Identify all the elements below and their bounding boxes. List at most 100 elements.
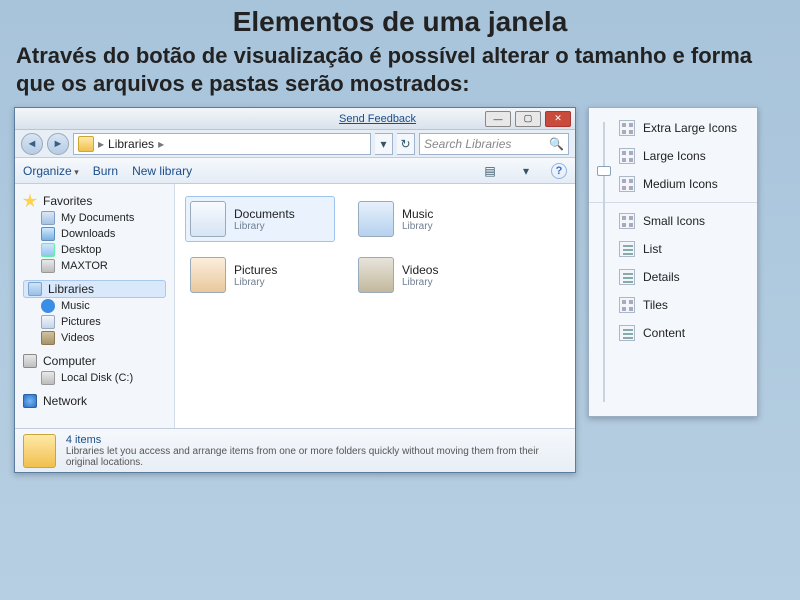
breadcrumb-root[interactable]: Libraries (108, 137, 154, 151)
organize-button[interactable]: Organize (23, 164, 79, 178)
medium-icons-icon (619, 176, 635, 192)
large-icons-icon (619, 148, 635, 164)
library-item-pictures[interactable]: PicturesLibrary (185, 252, 335, 298)
view-option-details[interactable]: Details (615, 263, 753, 291)
view-option-content[interactable]: Content (615, 319, 753, 347)
library-subtitle: Library (234, 221, 295, 232)
details-icon (619, 269, 635, 285)
sidebar-network-header[interactable]: Network (23, 392, 166, 410)
search-input[interactable]: Search Libraries 🔍 (419, 133, 569, 155)
view-options-menu: Extra Large Icons Large Icons Medium Ico… (588, 107, 758, 417)
desktop-icon (41, 243, 55, 257)
view-option-tiles[interactable]: Tiles (615, 291, 753, 319)
view-option-label: Tiles (643, 298, 668, 312)
videos-library-icon (358, 257, 394, 293)
sidebar-libraries-header[interactable]: Libraries (23, 280, 166, 298)
videos-icon (41, 331, 55, 345)
libraries-label: Libraries (48, 282, 94, 296)
sidebar-computer-header[interactable]: Computer (23, 352, 166, 370)
view-option-label: Small Icons (643, 214, 705, 228)
sidebar-item-my-documents[interactable]: My Documents (23, 210, 166, 226)
search-icon: 🔍 (549, 137, 564, 151)
library-name: Videos (402, 263, 438, 277)
view-option-label: Content (643, 326, 685, 340)
send-feedback-link[interactable]: Send Feedback (339, 113, 416, 125)
sidebar-item-local-disk[interactable]: Local Disk (C:) (23, 370, 166, 386)
view-option-extra-large-icons[interactable]: Extra Large Icons (615, 114, 753, 142)
burn-button[interactable]: Burn (93, 164, 118, 178)
address-dropdown-button[interactable]: ▾ (375, 133, 393, 155)
sidebar-item-downloads[interactable]: Downloads (23, 226, 166, 242)
downloads-icon (41, 227, 55, 241)
titlebar[interactable]: Send Feedback — ▢ ✕ (15, 108, 575, 130)
sidebar-item-maxtor[interactable]: MAXTOR (23, 258, 166, 274)
nav-forward-button[interactable]: ► (47, 133, 69, 155)
view-option-small-icons[interactable]: Small Icons (615, 207, 753, 235)
status-bar: 4 items Libraries let you access and arr… (15, 428, 575, 472)
nav-back-button[interactable]: ◄ (21, 133, 43, 155)
sidebar-item-music[interactable]: Music (23, 298, 166, 314)
folder-icon (78, 136, 94, 152)
network-label: Network (43, 394, 87, 408)
address-bar-row: ◄ ► ▸ Libraries ▸ ▾ ↻ Search Libraries 🔍 (15, 130, 575, 158)
view-option-medium-icons[interactable]: Medium Icons (615, 170, 753, 198)
small-icons-icon (619, 213, 635, 229)
view-size-slider[interactable] (597, 118, 611, 406)
view-option-list[interactable]: List (615, 235, 753, 263)
pictures-icon (41, 315, 55, 329)
extra-large-icons-icon (619, 120, 635, 136)
sidebar-item-label: Pictures (61, 316, 101, 328)
library-name: Pictures (234, 263, 277, 277)
breadcrumb-sep: ▸ (98, 137, 104, 151)
status-description: Libraries let you access and arrange ite… (66, 446, 567, 468)
computer-label: Computer (43, 354, 96, 368)
library-item-videos[interactable]: VideosLibrary (353, 252, 503, 298)
view-option-label: List (643, 242, 662, 256)
network-icon (23, 394, 37, 408)
library-item-documents[interactable]: DocumentsLibrary (185, 196, 335, 242)
help-button[interactable]: ? (551, 163, 567, 179)
view-option-label: Extra Large Icons (643, 121, 737, 135)
sidebar-item-label: My Documents (61, 212, 134, 224)
content-pane[interactable]: DocumentsLibrary MusicLibrary PicturesLi… (175, 184, 575, 428)
sidebar-item-label: Downloads (61, 228, 115, 240)
close-button[interactable]: ✕ (545, 111, 571, 127)
slider-thumb-icon[interactable] (597, 166, 611, 176)
sidebar-item-label: Music (61, 300, 90, 312)
drive-icon (41, 371, 55, 385)
sidebar-item-videos[interactable]: Videos (23, 330, 166, 346)
documents-library-icon (190, 201, 226, 237)
view-mode-dropdown[interactable]: ▾ (515, 162, 537, 180)
explorer-window: Send Feedback — ▢ ✕ ◄ ► ▸ Libraries ▸ ▾ … (14, 107, 576, 473)
refresh-button[interactable]: ↻ (397, 133, 415, 155)
music-icon (41, 299, 55, 313)
pictures-library-icon (190, 257, 226, 293)
sidebar-item-desktop[interactable]: Desktop (23, 242, 166, 258)
sidebar-item-label: Local Disk (C:) (61, 372, 133, 384)
library-name: Music (402, 207, 433, 221)
address-bar[interactable]: ▸ Libraries ▸ (73, 133, 371, 155)
tiles-icon (619, 297, 635, 313)
sidebar-item-label: MAXTOR (61, 260, 108, 272)
sidebar-item-label: Videos (61, 332, 94, 344)
toolbar: Organize Burn New library ▤ ▾ ? (15, 158, 575, 184)
content-icon (619, 325, 635, 341)
library-subtitle: Library (402, 277, 438, 288)
slide-title: Elementos de uma janela (0, 0, 800, 42)
status-item-count: 4 items (66, 434, 567, 446)
view-option-large-icons[interactable]: Large Icons (615, 142, 753, 170)
list-icon (619, 241, 635, 257)
view-mode-button[interactable]: ▤ (479, 162, 501, 180)
favorites-label: Favorites (43, 194, 92, 208)
sidebar-item-label: Desktop (61, 244, 101, 256)
maximize-button[interactable]: ▢ (515, 111, 541, 127)
star-icon (23, 194, 37, 208)
drive-icon (41, 259, 55, 273)
libraries-icon (28, 282, 42, 296)
sidebar-favorites-header[interactable]: Favorites (23, 192, 166, 210)
view-option-label: Large Icons (643, 149, 706, 163)
minimize-button[interactable]: — (485, 111, 511, 127)
library-item-music[interactable]: MusicLibrary (353, 196, 503, 242)
sidebar-item-pictures[interactable]: Pictures (23, 314, 166, 330)
new-library-button[interactable]: New library (132, 164, 192, 178)
